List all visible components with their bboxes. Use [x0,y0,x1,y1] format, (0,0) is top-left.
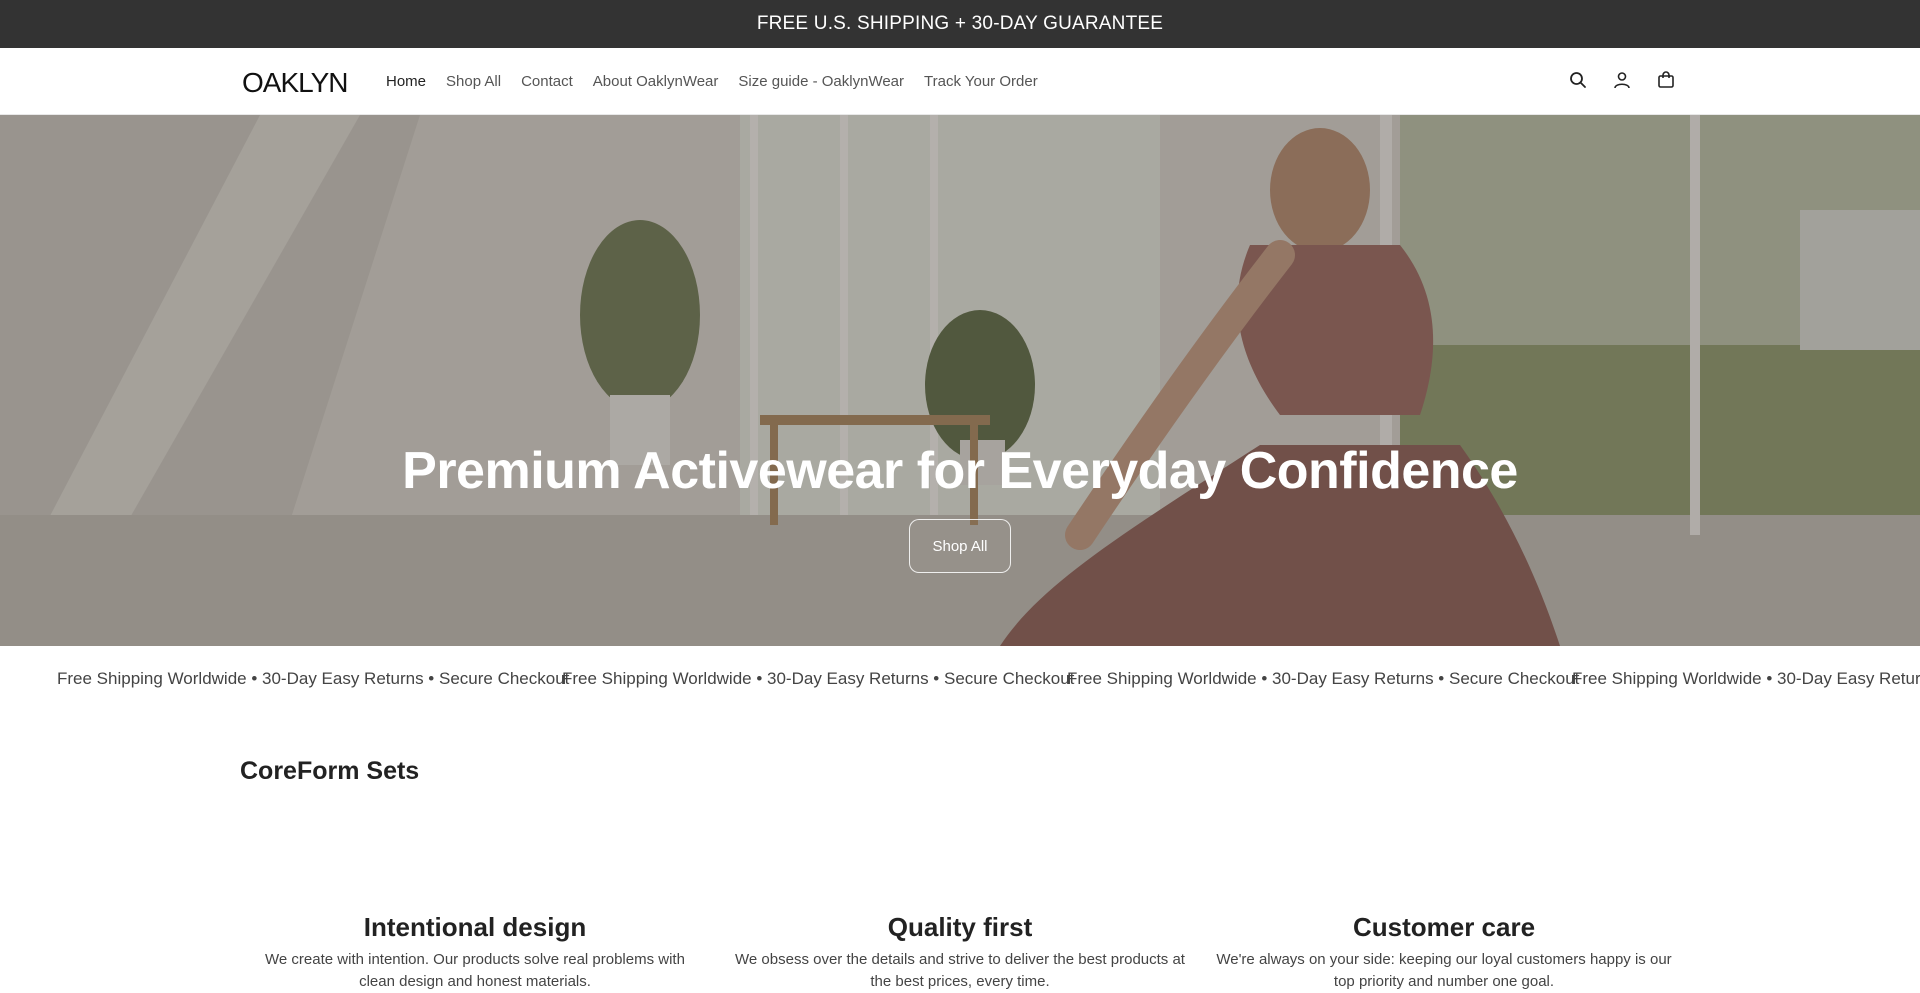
benefits-marquee: Free Shipping Worldwide • 30-Day Easy Re… [0,646,1920,712]
feature-customer-care: Customer care We're always on your side:… [1204,912,1684,993]
feature-title: Quality first [887,912,1033,942]
hero-title: Premium Activewear for Everyday Confiden… [402,442,1518,500]
nav-shop-all[interactable]: Shop All [446,73,501,90]
feature-quality-first: Quality first We obsess over the details… [716,912,1204,993]
site-header: OAKLYN Home Shop All Contact About Oakly… [0,48,1920,115]
feature-intentional-design: Intentional design We create with intent… [244,912,706,993]
nav-contact[interactable]: Contact [521,73,573,90]
cart-icon[interactable] [1654,68,1678,92]
search-icon[interactable] [1566,68,1590,92]
marquee-item: Free Shipping Worldwide • 30-Day Easy Re… [1572,669,1920,688]
feature-text: We obsess over the details and strive to… [735,951,1185,990]
nav-size-guide[interactable]: Size guide - OaklynWear [738,73,904,90]
shop-all-button[interactable]: Shop All [909,519,1011,573]
announcement-bar: FREE U.S. SHIPPING + 30-DAY GUARANTEE [0,0,1920,48]
header-icons [1566,68,1678,92]
logo[interactable]: OAKLYN [242,67,362,97]
collection-title: CoreForm Sets [240,757,420,785]
account-icon[interactable] [1610,68,1634,92]
feature-title: Customer care [1352,912,1536,942]
hero-banner: Premium Activewear for Everyday Confiden… [0,115,1920,646]
marquee-item: Free Shipping Worldwide • 30-Day Easy Re… [1067,669,1580,688]
logo-text: OAKLYN [242,67,348,97]
nav-about[interactable]: About OaklynWear [593,73,719,90]
marquee-item: Free Shipping Worldwide • 30-Day Easy Re… [562,669,1075,688]
nav-home[interactable]: Home [386,73,426,90]
feature-text: We're always on your side: keeping our l… [1216,951,1672,990]
feature-text: We create with intention. Our products s… [265,951,685,990]
feature-title: Intentional design [363,912,587,942]
main-nav: Home Shop All Contact About OaklynWear S… [386,48,1038,115]
logo-mark: OAKLYN [242,67,349,97]
marquee-item: Free Shipping Worldwide • 30-Day Easy Re… [57,669,570,688]
features-row: Intentional design We create with intent… [0,912,1920,993]
nav-track-order[interactable]: Track Your Order [924,73,1038,90]
announcement-text: FREE U.S. SHIPPING + 30-DAY GUARANTEE [756,13,1164,34]
